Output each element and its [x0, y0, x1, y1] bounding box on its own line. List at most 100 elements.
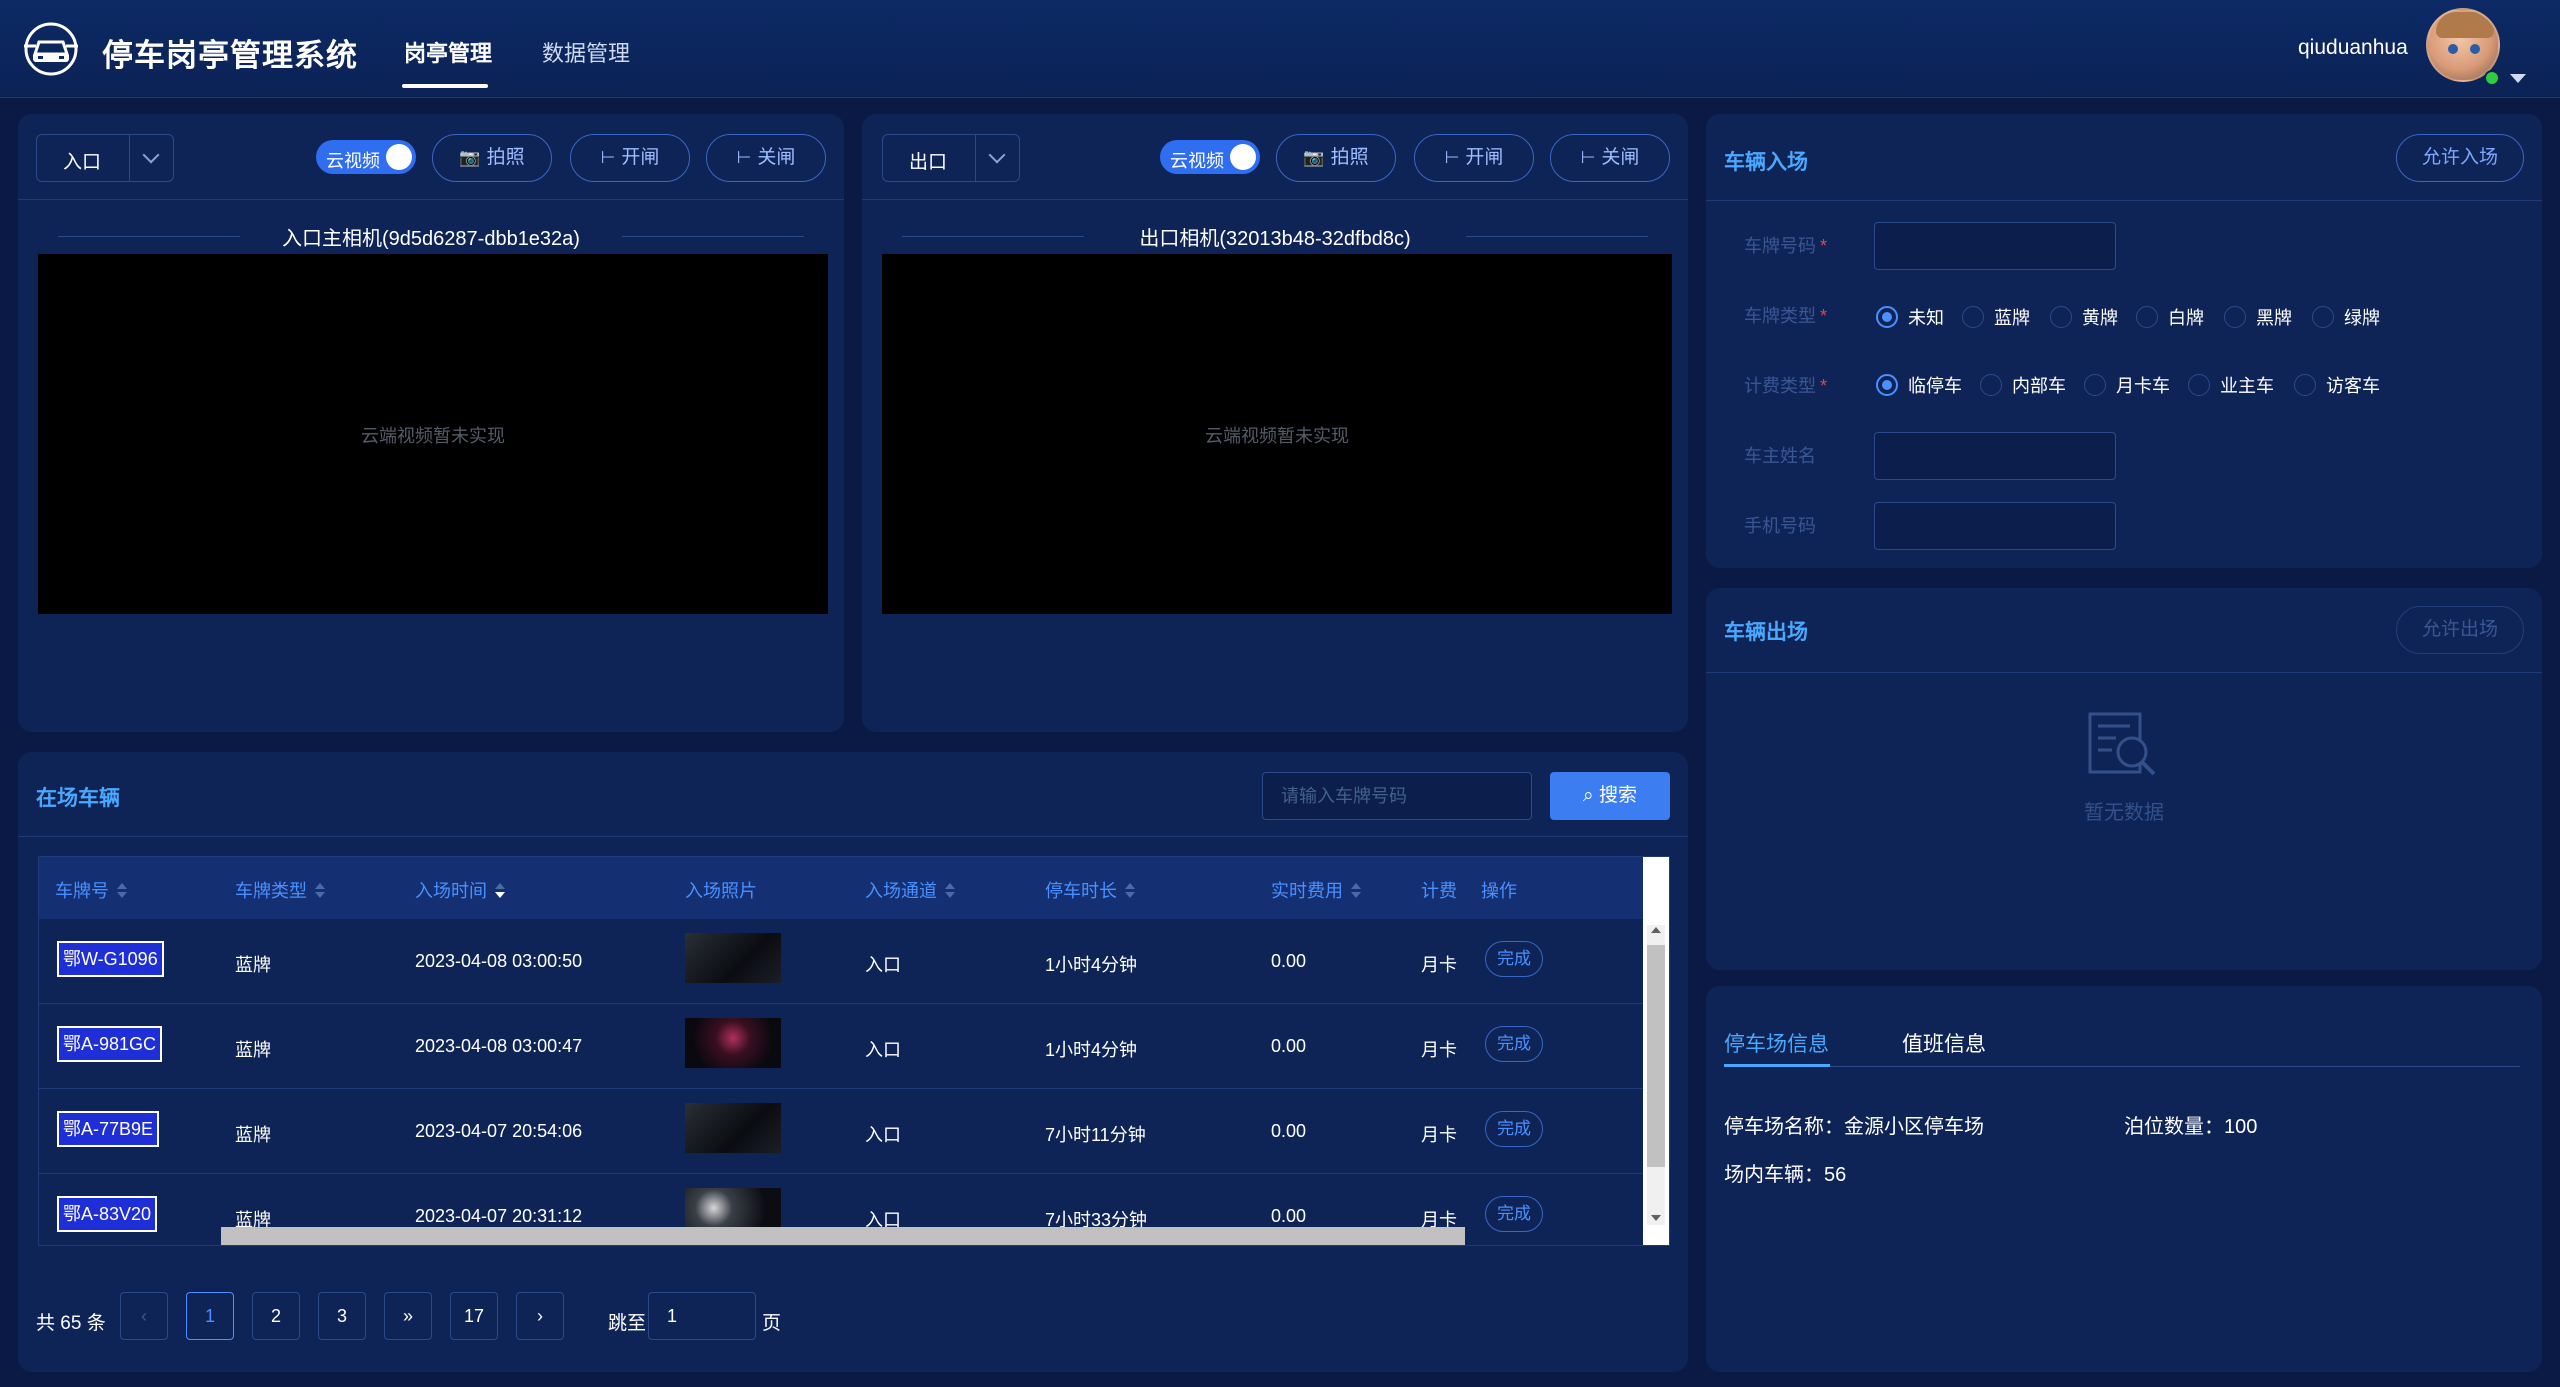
open-gate-button[interactable]: ⊢ 开闸	[570, 134, 690, 182]
gate-icon: ⊢	[1444, 148, 1460, 167]
sort-icon	[1351, 883, 1361, 899]
tab-active-indicator	[1724, 1064, 1830, 1067]
close-gate-button[interactable]: ⊢ 关闸	[706, 134, 826, 182]
camera-toolbar: 出口 云视频 📷 拍照 ⊢ 开闸 ⊢ 关闸	[862, 114, 1688, 200]
radio-plate-blue[interactable]: 蓝牌	[1962, 304, 2030, 330]
complete-button[interactable]: 完成	[1485, 1026, 1543, 1062]
tab-lot-info[interactable]: 停车场信息	[1724, 1028, 1829, 1058]
table-row: 鄂A-77B9E 蓝牌 2023-04-07 20:54:06 入口 7小时11…	[39, 1089, 1645, 1174]
cell-billing: 月卡	[1421, 1125, 1457, 1145]
radio-billing-visitor[interactable]: 访客车	[2294, 372, 2380, 398]
col-fee[interactable]: 实时费用	[1271, 877, 1361, 903]
nav-active-indicator	[402, 84, 488, 88]
vertical-scrollbar[interactable]	[1643, 857, 1669, 1245]
owner-name-label: 车主姓名	[1744, 446, 1816, 466]
plate-search-input[interactable]	[1262, 772, 1532, 820]
complete-button[interactable]: 完成	[1485, 1196, 1543, 1232]
exit-camera-panel: 出口 云视频 📷 拍照 ⊢ 开闸 ⊢ 关闸 出口相机(32013b48-32dfbd8…	[862, 114, 1688, 732]
entry-photo-thumbnail[interactable]	[685, 933, 781, 983]
cell-entry-time: 2023-04-08 03:00:47	[415, 1036, 583, 1056]
search-icon: ⌕	[1583, 785, 1599, 806]
sort-icon	[1125, 883, 1135, 899]
radio-billing-internal[interactable]: 内部车	[1980, 372, 2066, 398]
col-entry-time[interactable]: 入场时间	[415, 877, 505, 903]
cloud-video-label: 云视频	[326, 151, 380, 171]
cell-entry-lane: 入口	[865, 1040, 901, 1060]
prev-page-button[interactable]: ‹	[120, 1292, 168, 1340]
online-status-dot	[2484, 70, 2500, 86]
camera-title: 入口主相机(9d5d6287-dbb1e32a)	[18, 222, 844, 251]
camera-title: 出口相机(32013b48-32dfbd8c)	[862, 222, 1688, 251]
scroll-down-icon[interactable]	[1651, 1215, 1661, 1221]
chevron-down-icon	[142, 146, 160, 164]
col-plate[interactable]: 车牌号	[55, 877, 127, 903]
cell-plate-type: 蓝牌	[235, 1040, 271, 1060]
lane-select[interactable]: 出口	[882, 134, 1020, 182]
page-button[interactable]: 2	[252, 1292, 300, 1340]
allow-exit-button[interactable]: 允许出场	[2396, 606, 2524, 654]
page-button[interactable]: 17	[450, 1292, 498, 1340]
section-title: 在场车辆	[36, 787, 120, 810]
cloud-video-toggle[interactable]: 云视频	[316, 140, 416, 174]
table-header: 车牌号 车牌类型 入场时间 入场照片 入场通道 停车时长 实时费用 计费 操作	[39, 857, 1645, 919]
cell-duration: 1小时4分钟	[1045, 1040, 1138, 1060]
entry-camera-panel: 入口 云视频 📷 拍照 ⊢ 开闸 ⊢ 关闸 入口主相机(9d5d6287-dbb1e3…	[18, 114, 844, 732]
radio-plate-green[interactable]: 绿牌	[2312, 304, 2380, 330]
cell-fee: 0.00	[1271, 1121, 1307, 1141]
cell-billing: 月卡	[1421, 955, 1457, 975]
horizontal-scrollbar[interactable]	[221, 1227, 1465, 1245]
username[interactable]: qiuduanhua	[2298, 36, 2408, 60]
complete-button[interactable]: 完成	[1485, 941, 1543, 977]
nav-tab-data[interactable]: 数据管理	[542, 36, 630, 68]
plate-label: 车牌号码 *	[1744, 236, 1828, 256]
phone-label: 手机号码	[1744, 516, 1816, 536]
lane-select-value: 出口	[909, 152, 948, 173]
col-plate-type[interactable]: 车牌类型	[235, 877, 325, 903]
phone-input[interactable]	[1874, 502, 2116, 550]
open-gate-button[interactable]: ⊢ 开闸	[1414, 134, 1534, 182]
tab-duty-info[interactable]: 值班信息	[1902, 1028, 1986, 1058]
sort-icon	[117, 883, 127, 899]
radio-plate-yellow[interactable]: 黄牌	[2050, 304, 2118, 330]
page-button[interactable]: 3	[318, 1292, 366, 1340]
radio-plate-black[interactable]: 黑牌	[2224, 304, 2292, 330]
space-count: 泊位数量：100	[2124, 1116, 2258, 1138]
video-player[interactable]: 云端视频暂未实现	[38, 254, 828, 614]
radio-billing-monthly[interactable]: 月卡车	[2084, 372, 2170, 398]
radio-plate-white[interactable]: 白牌	[2136, 304, 2204, 330]
scroll-up-icon[interactable]	[1651, 927, 1661, 933]
billing-type-label: 计费类型 *	[1744, 376, 1828, 396]
nav-tab-booth[interactable]: 岗亭管理	[404, 36, 492, 68]
video-player[interactable]: 云端视频暂未实现	[882, 254, 1672, 614]
lot-name: 停车场名称：金源小区停车场	[1724, 1116, 1984, 1138]
snapshot-button[interactable]: 📷 拍照	[432, 134, 552, 182]
divider	[1706, 200, 2542, 201]
col-entry-lane[interactable]: 入场通道	[865, 877, 955, 903]
jump-page-input[interactable]: 1	[648, 1292, 756, 1340]
section-title: 车辆出场	[1724, 621, 1808, 644]
close-gate-button[interactable]: ⊢ 关闸	[1550, 134, 1670, 182]
entry-photo-thumbnail[interactable]	[685, 1018, 781, 1068]
entry-photo-thumbnail[interactable]	[685, 1103, 781, 1153]
chevron-down-icon[interactable]	[2510, 74, 2526, 83]
col-duration[interactable]: 停车时长	[1045, 877, 1135, 903]
cell-billing: 月卡	[1421, 1040, 1457, 1060]
plate-search-field[interactable]	[1263, 773, 1531, 819]
cell-entry-lane: 入口	[865, 1125, 901, 1145]
search-button[interactable]: ⌕ 搜索	[1550, 772, 1670, 820]
owner-name-input[interactable]	[1874, 432, 2116, 480]
page-button[interactable]: 1	[186, 1292, 234, 1340]
cloud-video-toggle[interactable]: 云视频	[1160, 140, 1260, 174]
next-page-button[interactable]: ›	[516, 1292, 564, 1340]
plate-badge: 鄂W-G1096	[57, 941, 164, 977]
tab-divider	[1724, 1066, 2520, 1067]
radio-billing-temporary[interactable]: 临停车	[1876, 372, 1962, 398]
plate-input[interactable]	[1874, 222, 2116, 270]
complete-button[interactable]: 完成	[1485, 1111, 1543, 1147]
allow-entry-button[interactable]: 允许入场	[2396, 134, 2524, 182]
lane-select[interactable]: 入口	[36, 134, 174, 182]
jump-forward-button[interactable]: »	[384, 1292, 432, 1340]
radio-plate-unknown[interactable]: 未知	[1876, 304, 1944, 330]
radio-billing-owner[interactable]: 业主车	[2188, 372, 2274, 398]
snapshot-button[interactable]: 📷 拍照	[1276, 134, 1396, 182]
